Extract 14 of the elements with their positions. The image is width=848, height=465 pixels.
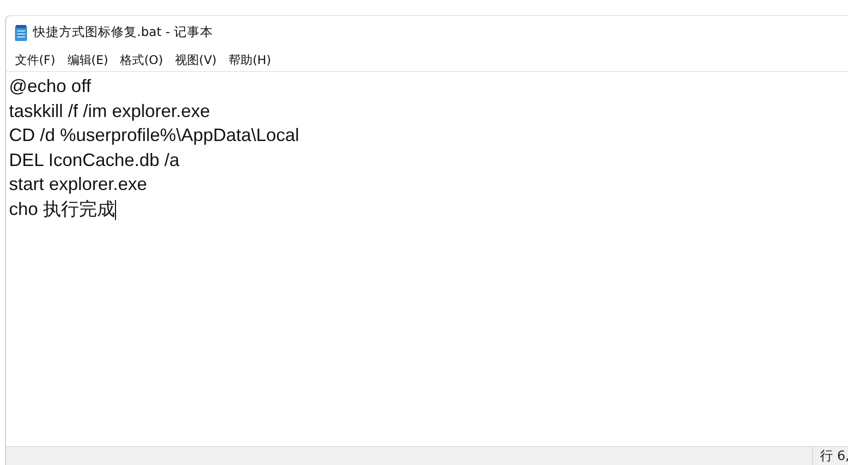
- menu-item[interactable]: 视图(V): [170, 50, 222, 70]
- menu-item[interactable]: 帮助(H): [224, 50, 276, 70]
- code-line: start explorer.exe: [9, 173, 148, 196]
- code-line: DEL IconCache.db /a: [9, 148, 180, 172]
- cursor-position: 行 6,: [812, 447, 848, 465]
- menu-item[interactable]: 文件(F): [10, 50, 60, 70]
- code-line: cho 执行完成: [9, 198, 116, 221]
- menu-item[interactable]: 格式(O): [115, 50, 168, 70]
- notepad-icon: [15, 24, 27, 40]
- code-line: CD /d %userprofile%\AppData\Local: [9, 124, 300, 147]
- code-line: @echo off: [9, 75, 91, 98]
- code-line: taskkill /f /im explorer.exe: [9, 100, 210, 123]
- menu-item[interactable]: 编辑(E): [62, 50, 114, 70]
- window-title: 快捷方式图标修复.bat - 记事本: [33, 24, 213, 41]
